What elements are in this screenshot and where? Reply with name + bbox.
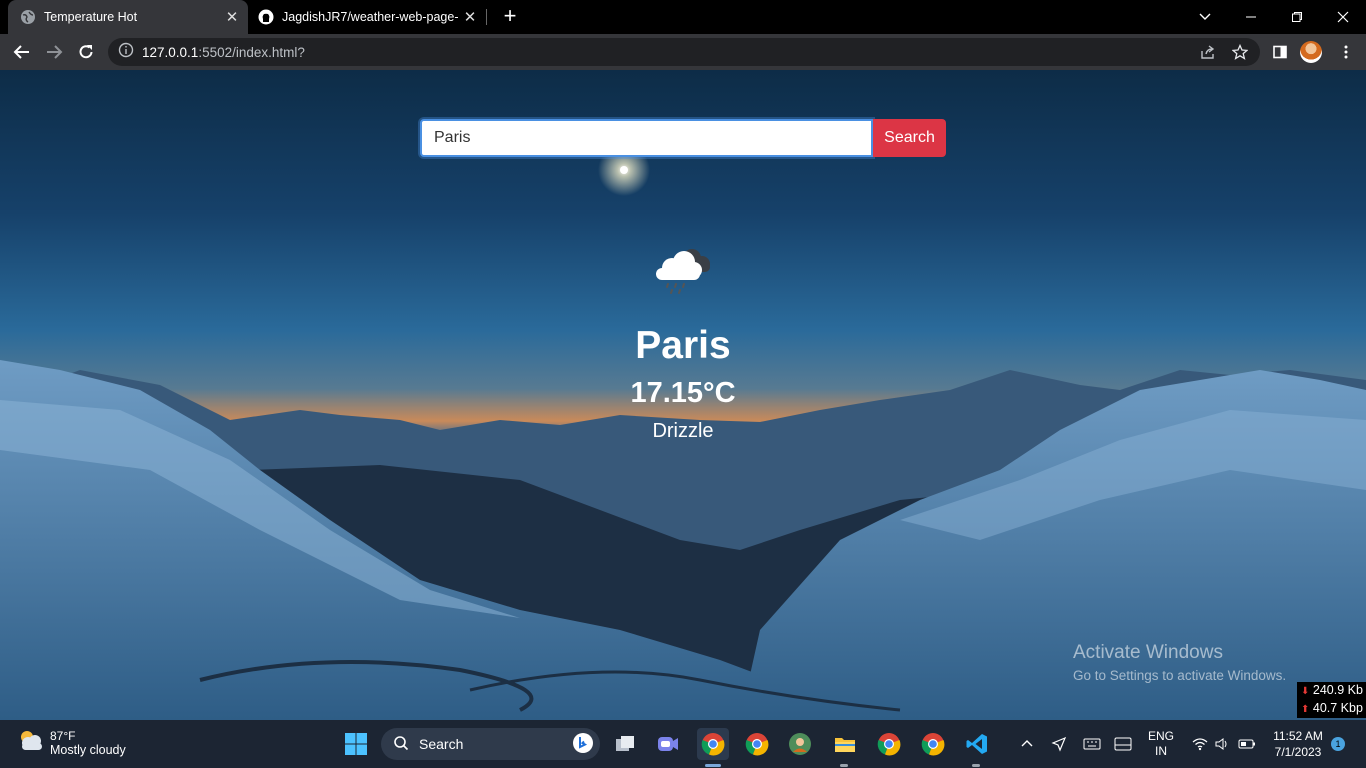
network-speed-widget: ⬇ 240.9 Kb ⬆ 40.7 Kbp (1297, 682, 1366, 718)
taskbar-search-label: Search (419, 736, 464, 752)
upload-speed: 40.7 Kbp (1312, 701, 1363, 715)
wifi-icon[interactable] (1190, 720, 1210, 768)
new-tab-button[interactable]: + (498, 5, 522, 29)
side-panel-icon[interactable] (1268, 40, 1292, 64)
download-speed: 240.9 Kb (1312, 683, 1363, 697)
running-app-indicator (840, 764, 848, 767)
language-code: ENG (1147, 729, 1174, 743)
tab-strip: Temperature Hot ✕ JagdishJR7/weather-web… (0, 0, 1366, 34)
profile-avatar[interactable] (1300, 41, 1322, 63)
clock-date: 7/1/2023 (1274, 745, 1322, 759)
taskbar: 87°F Mostly cloudy Search ENG IN 11:52 A… (0, 720, 1366, 768)
chrome-icon[interactable] (741, 728, 773, 760)
drizzle-cloud-icon (652, 244, 714, 296)
tab-title: JagdishJR7/weather-web-page- (282, 10, 459, 24)
bing-icon[interactable] (572, 732, 594, 757)
touchpad-icon[interactable] (1112, 720, 1134, 768)
menu-icon[interactable] (1334, 40, 1358, 64)
start-icon[interactable] (340, 728, 372, 760)
task-view-icon[interactable] (609, 728, 641, 760)
reload-icon[interactable] (72, 38, 100, 66)
search-form: Search (420, 119, 946, 157)
share-icon[interactable] (1196, 40, 1220, 64)
taskbar-weather-condition: Mostly cloudy (50, 742, 126, 757)
keyboard-icon[interactable] (1081, 720, 1103, 768)
language-indicator[interactable]: ENG IN (1142, 720, 1180, 768)
address-bar[interactable]: 127.0.0.1:5502/index.html? (108, 38, 1260, 66)
active-app-indicator (705, 764, 721, 767)
chrome-profile-icon[interactable] (784, 728, 816, 760)
weather-description: Drizzle (652, 420, 714, 442)
activate-windows-watermark: Activate Windows Go to Settings to activ… (1073, 642, 1286, 683)
chevron-up-icon[interactable] (1018, 720, 1036, 768)
location-arrow-icon[interactable] (1048, 720, 1070, 768)
watermark-title: Activate Windows (1073, 642, 1223, 663)
region-code: IN (1155, 744, 1167, 758)
tab-title: Temperature Hot (44, 10, 138, 24)
close-window-icon[interactable] (1320, 0, 1366, 34)
volume-icon[interactable] (1212, 720, 1232, 768)
notification-badge[interactable]: 1 (1331, 737, 1345, 751)
watermark-subtitle: Go to Settings to activate Windows. (1073, 668, 1287, 683)
chrome-icon[interactable] (917, 728, 949, 760)
temperature-value: 17.15°C (630, 377, 736, 409)
running-app-indicator (972, 764, 980, 767)
github-icon (258, 9, 274, 25)
cloud-sun-icon (16, 728, 44, 757)
bookmark-star-icon[interactable] (1228, 40, 1252, 64)
taskbar-search-box[interactable]: Search (381, 728, 600, 760)
browser-toolbar: 127.0.0.1:5502/index.html? (0, 34, 1366, 70)
info-icon[interactable] (118, 42, 134, 63)
city-name: Paris (635, 324, 731, 367)
chrome-icon[interactable] (697, 728, 729, 760)
back-icon[interactable] (8, 38, 36, 66)
close-tab-icon[interactable]: ✕ (222, 7, 242, 27)
taskbar-weather-widget[interactable]: 87°F Mostly cloudy (16, 728, 126, 757)
page-viewport: Search Paris 17.15°C Drizzle Activate Wi… (0, 70, 1366, 720)
taskbar-weather-temp: 87°F (50, 728, 76, 743)
minimize-icon[interactable] (1228, 0, 1274, 34)
battery-icon[interactable] (1236, 720, 1258, 768)
chrome-icon[interactable] (873, 728, 905, 760)
search-button[interactable]: Search (873, 119, 946, 157)
tab-temperature-hot[interactable]: Temperature Hot ✕ (8, 0, 248, 34)
city-search-input[interactable] (420, 119, 873, 157)
system-clock[interactable]: 11:52 AM 7/1/2023 (1266, 728, 1330, 760)
tab-github[interactable]: JagdishJR7/weather-web-page- ✕ (250, 0, 486, 34)
search-icon (393, 735, 409, 754)
tab-divider (486, 9, 487, 25)
download-arrow-icon: ⬇ (1301, 686, 1310, 697)
tab-search-icon[interactable] (1182, 0, 1228, 34)
close-tab-icon[interactable]: ✕ (460, 7, 480, 27)
globe-icon (20, 9, 36, 25)
clock-time: 11:52 AM (1273, 729, 1323, 743)
restore-icon[interactable] (1274, 0, 1320, 34)
file-explorer-icon[interactable] (829, 728, 861, 760)
upload-arrow-icon: ⬆ (1301, 704, 1310, 715)
url-text: 127.0.0.1:5502/index.html? (142, 44, 305, 60)
vscode-icon[interactable] (961, 728, 993, 760)
teams-icon[interactable] (652, 728, 684, 760)
forward-icon[interactable] (40, 38, 68, 66)
